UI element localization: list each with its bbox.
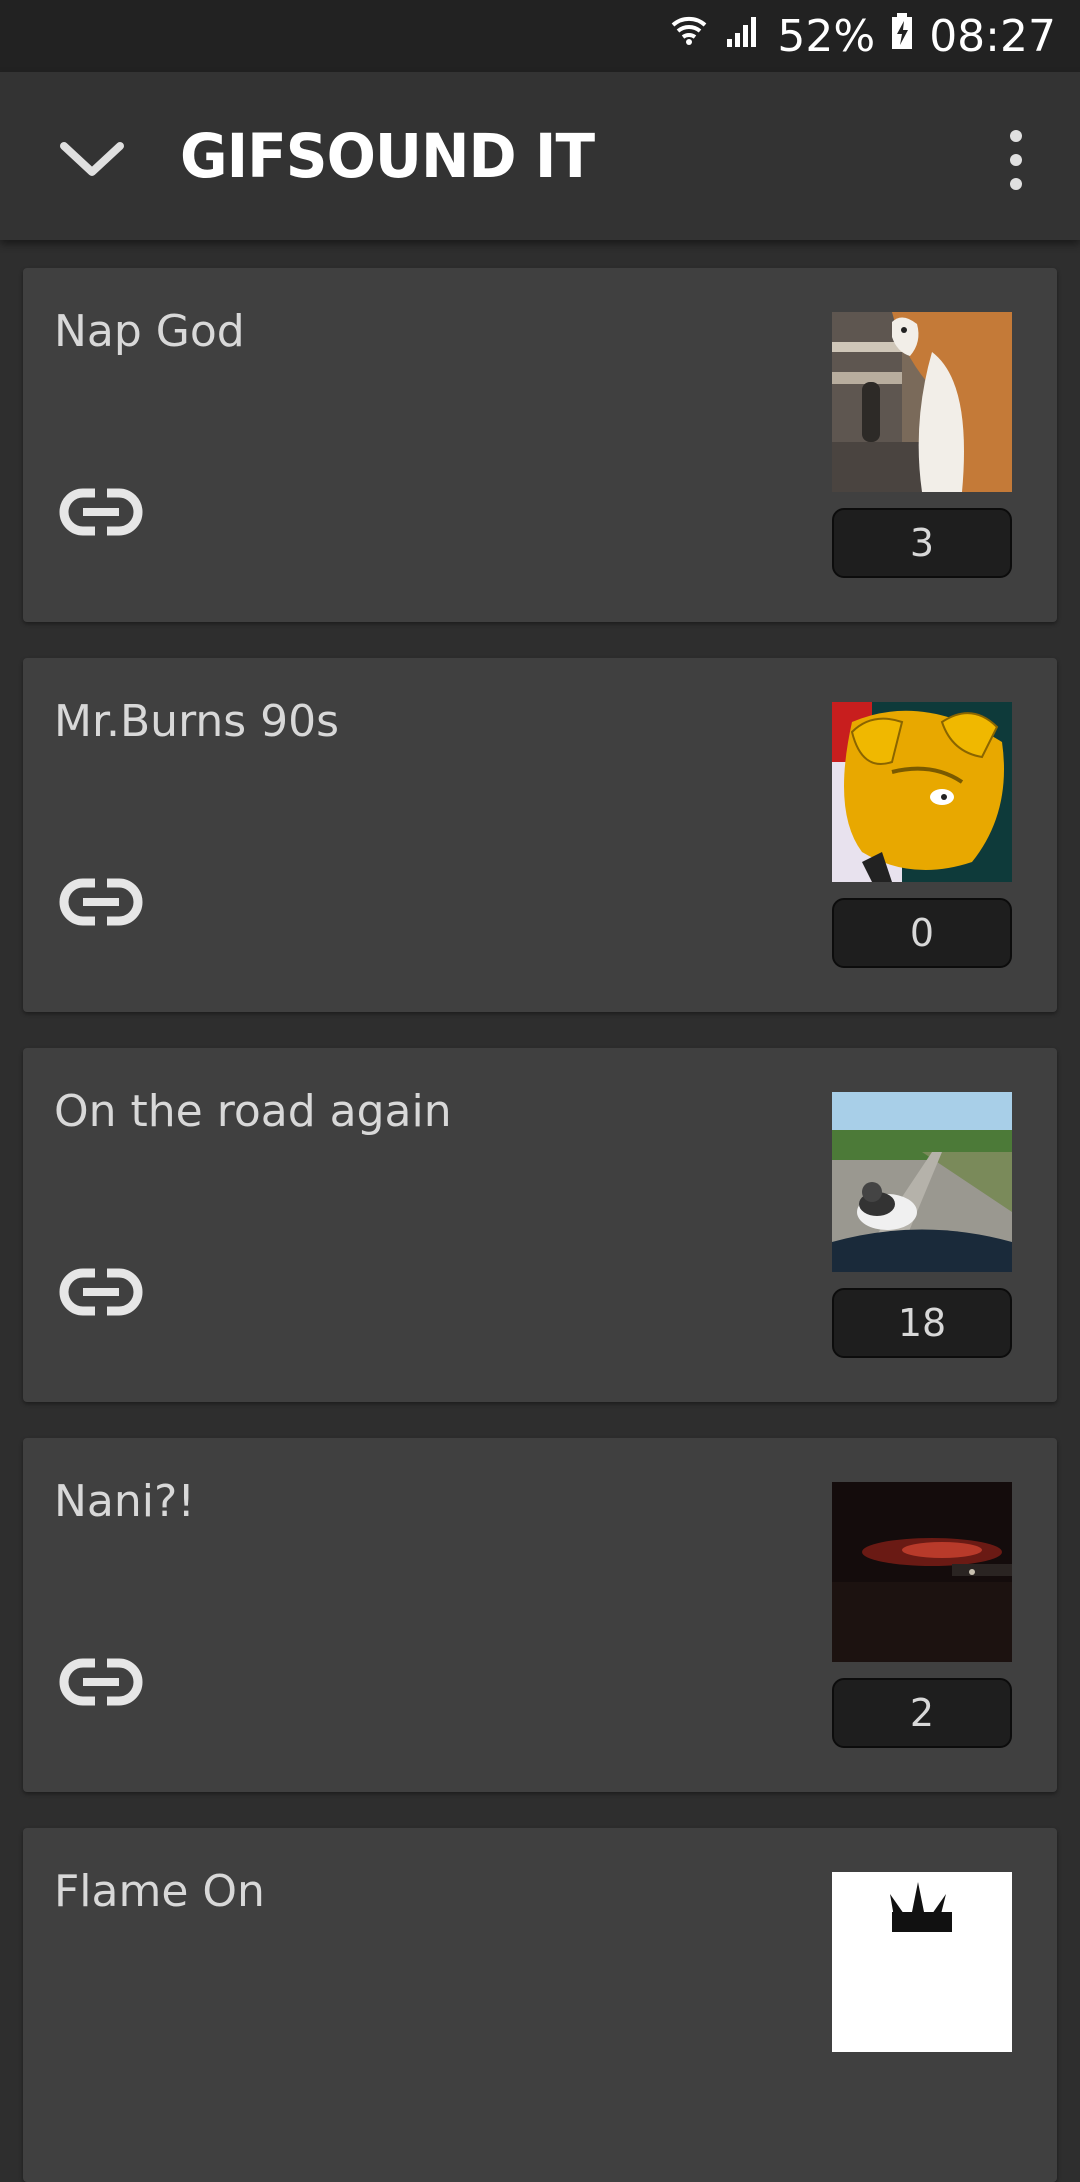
card-title: Nani?! <box>54 1476 195 1527</box>
link-icon[interactable] <box>59 878 143 926</box>
overflow-menu-icon[interactable] <box>988 124 1044 196</box>
link-icon[interactable] <box>59 1268 143 1316</box>
night-scene-thumbnail[interactable] <box>832 1482 1012 1662</box>
app-bar: GIFSOUND IT <box>0 72 1080 240</box>
mr-burns-thumbnail[interactable] <box>832 702 1012 882</box>
card-title: Nap God <box>54 306 245 357</box>
battery-icon <box>889 11 915 62</box>
count-badge: 2 <box>832 1678 1012 1748</box>
clock: 08:27 <box>929 10 1056 62</box>
battery-percent: 52% <box>777 10 876 62</box>
card-title: Mr.Burns 90s <box>54 696 340 747</box>
link-icon[interactable] <box>59 488 143 536</box>
wifi-icon <box>669 11 709 62</box>
cat-thumbnail[interactable] <box>832 312 1012 492</box>
count-badge: 3 <box>832 508 1012 578</box>
gif-card[interactable]: Nani?! 2 <box>23 1438 1057 1792</box>
gif-card[interactable]: On the road again 18 <box>23 1048 1057 1402</box>
gif-card[interactable]: Flame On <box>23 1828 1057 2182</box>
gif-card[interactable]: Nap God 3 <box>23 268 1057 622</box>
gif-card[interactable]: Mr.Burns 90s 0 <box>23 658 1057 1012</box>
card-title: Flame On <box>54 1866 265 1917</box>
count-badge: 0 <box>832 898 1012 968</box>
flame-thumbnail[interactable] <box>832 1872 1012 2052</box>
chevron-down-icon[interactable] <box>56 122 128 194</box>
app-logo: GIFSOUND IT <box>180 120 595 192</box>
road-cat-thumbnail[interactable] <box>832 1092 1012 1272</box>
gif-list: Nap God 3 Mr.Burns 90s 0 On the road aga… <box>0 240 1080 2182</box>
count-badge: 18 <box>832 1288 1012 1358</box>
status-icons: 52% 08:27 <box>669 0 1056 72</box>
card-title: On the road again <box>54 1086 452 1137</box>
signal-icon <box>723 11 763 62</box>
status-bar: 52% 08:27 <box>0 0 1080 72</box>
link-icon[interactable] <box>59 1658 143 1706</box>
